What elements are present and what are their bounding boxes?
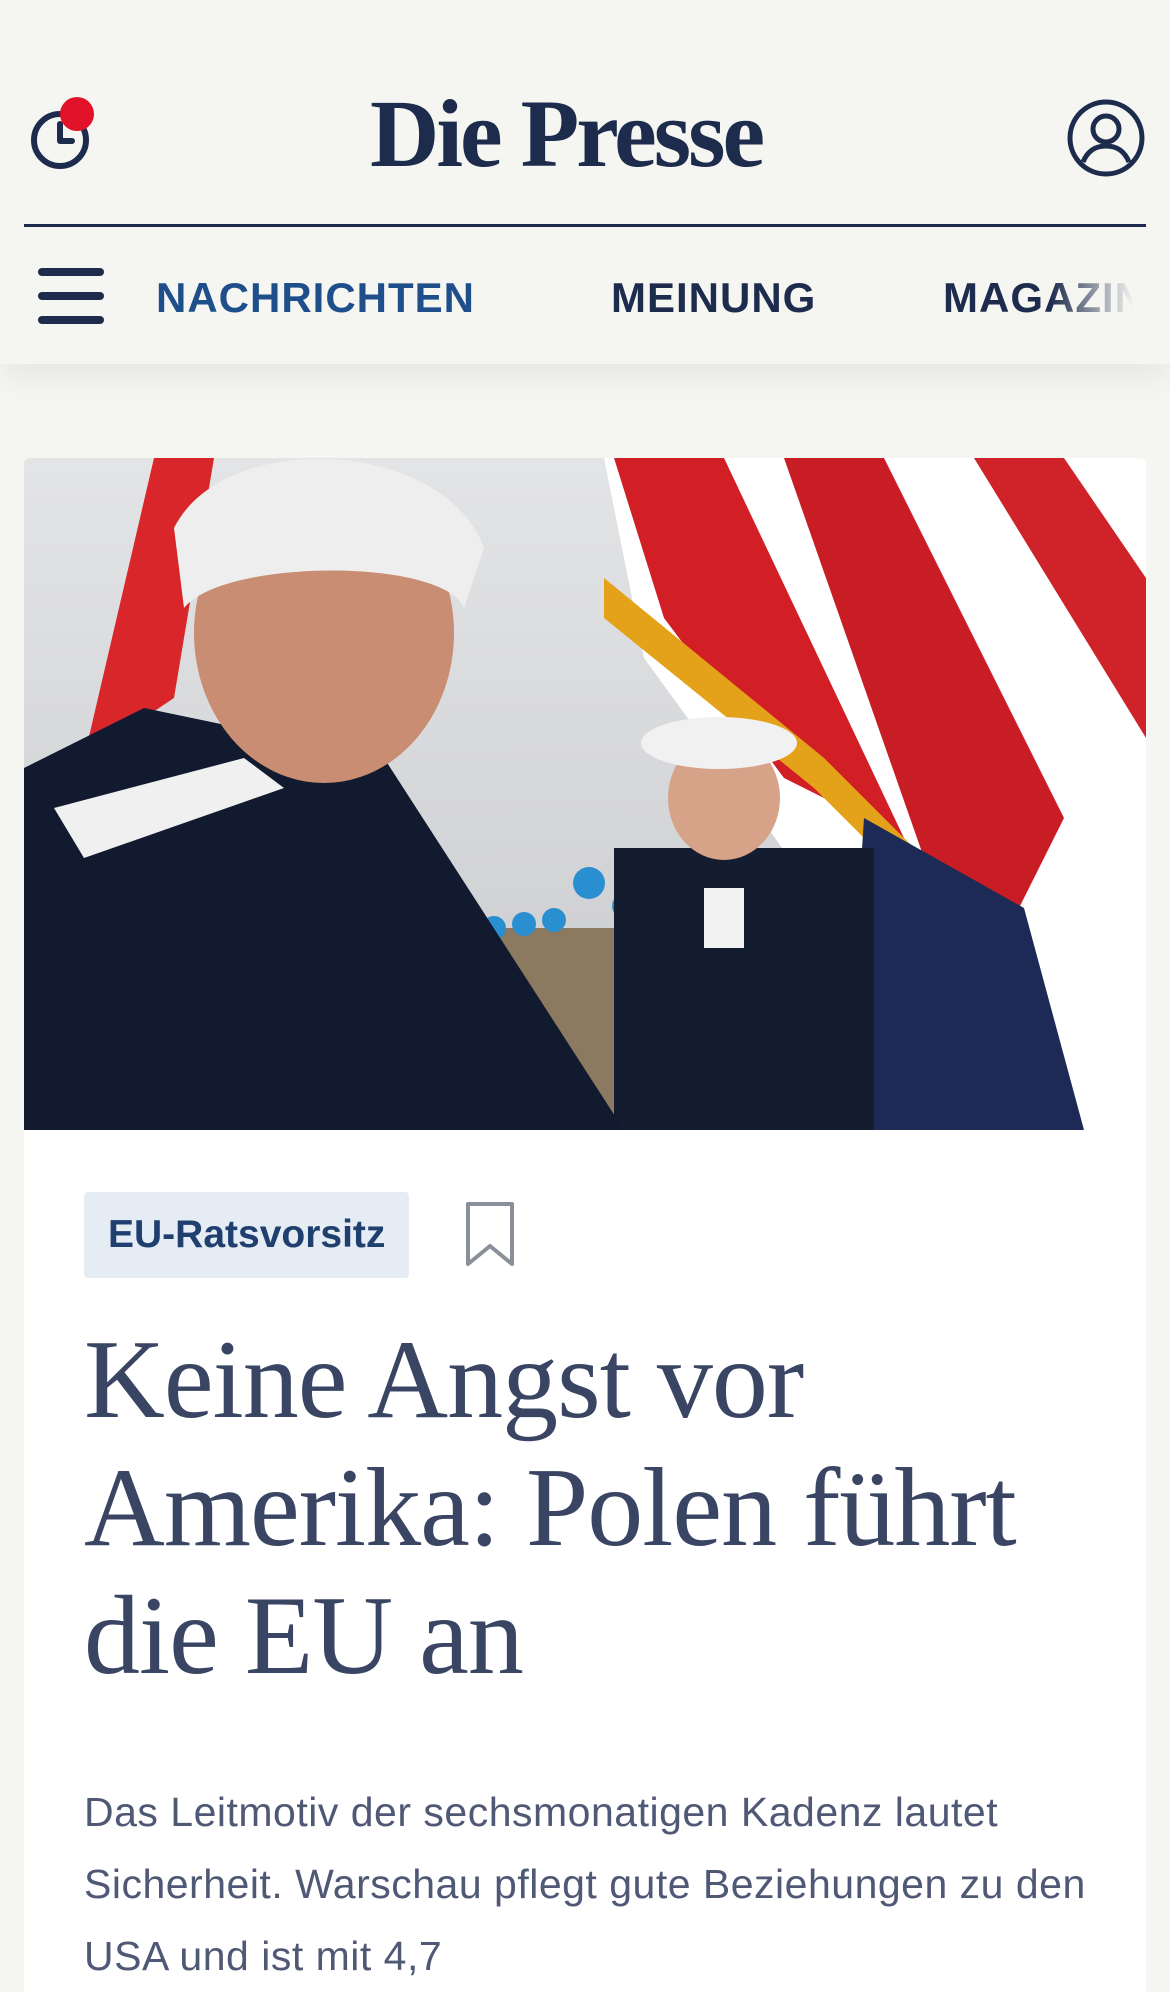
article-hero-image[interactable] bbox=[24, 458, 1146, 1130]
bookmark-button[interactable] bbox=[462, 1200, 518, 1270]
article-card[interactable]: EU-Ratsvorsitz Keine Angst vor Amerika: … bbox=[24, 458, 1146, 1992]
hero-photo bbox=[24, 458, 1146, 1130]
article-lead: Das Leitmotiv der sechsmonatigen Kadenz … bbox=[84, 1789, 1086, 1979]
account-button[interactable] bbox=[1066, 98, 1146, 178]
bookmark-icon bbox=[466, 1202, 514, 1266]
header-divider bbox=[24, 224, 1146, 227]
history-button[interactable] bbox=[26, 97, 98, 172]
site-header: Die Presse NACHRICHTEN MEINUNG MAGAZIN bbox=[0, 0, 1170, 364]
article-headline[interactable]: Keine Angst vor Amerika: Polen führt die… bbox=[84, 1316, 1084, 1700]
nav-scroll-fade bbox=[1050, 228, 1170, 364]
section-nav: NACHRICHTEN MEINUNG MAGAZIN bbox=[0, 228, 1170, 364]
user-icon bbox=[1067, 99, 1145, 177]
site-logo[interactable]: Die Presse bbox=[370, 82, 800, 186]
menu-button[interactable] bbox=[38, 268, 106, 324]
nav-item-nachrichten[interactable]: NACHRICHTEN bbox=[156, 274, 475, 322]
article-topic-tag[interactable]: EU-Ratsvorsitz bbox=[84, 1192, 410, 1278]
notification-dot bbox=[60, 97, 94, 131]
top-bar: Die Presse bbox=[0, 0, 1170, 228]
nav-item-meinung[interactable]: MEINUNG bbox=[611, 274, 816, 322]
hamburger-icon bbox=[38, 268, 104, 276]
